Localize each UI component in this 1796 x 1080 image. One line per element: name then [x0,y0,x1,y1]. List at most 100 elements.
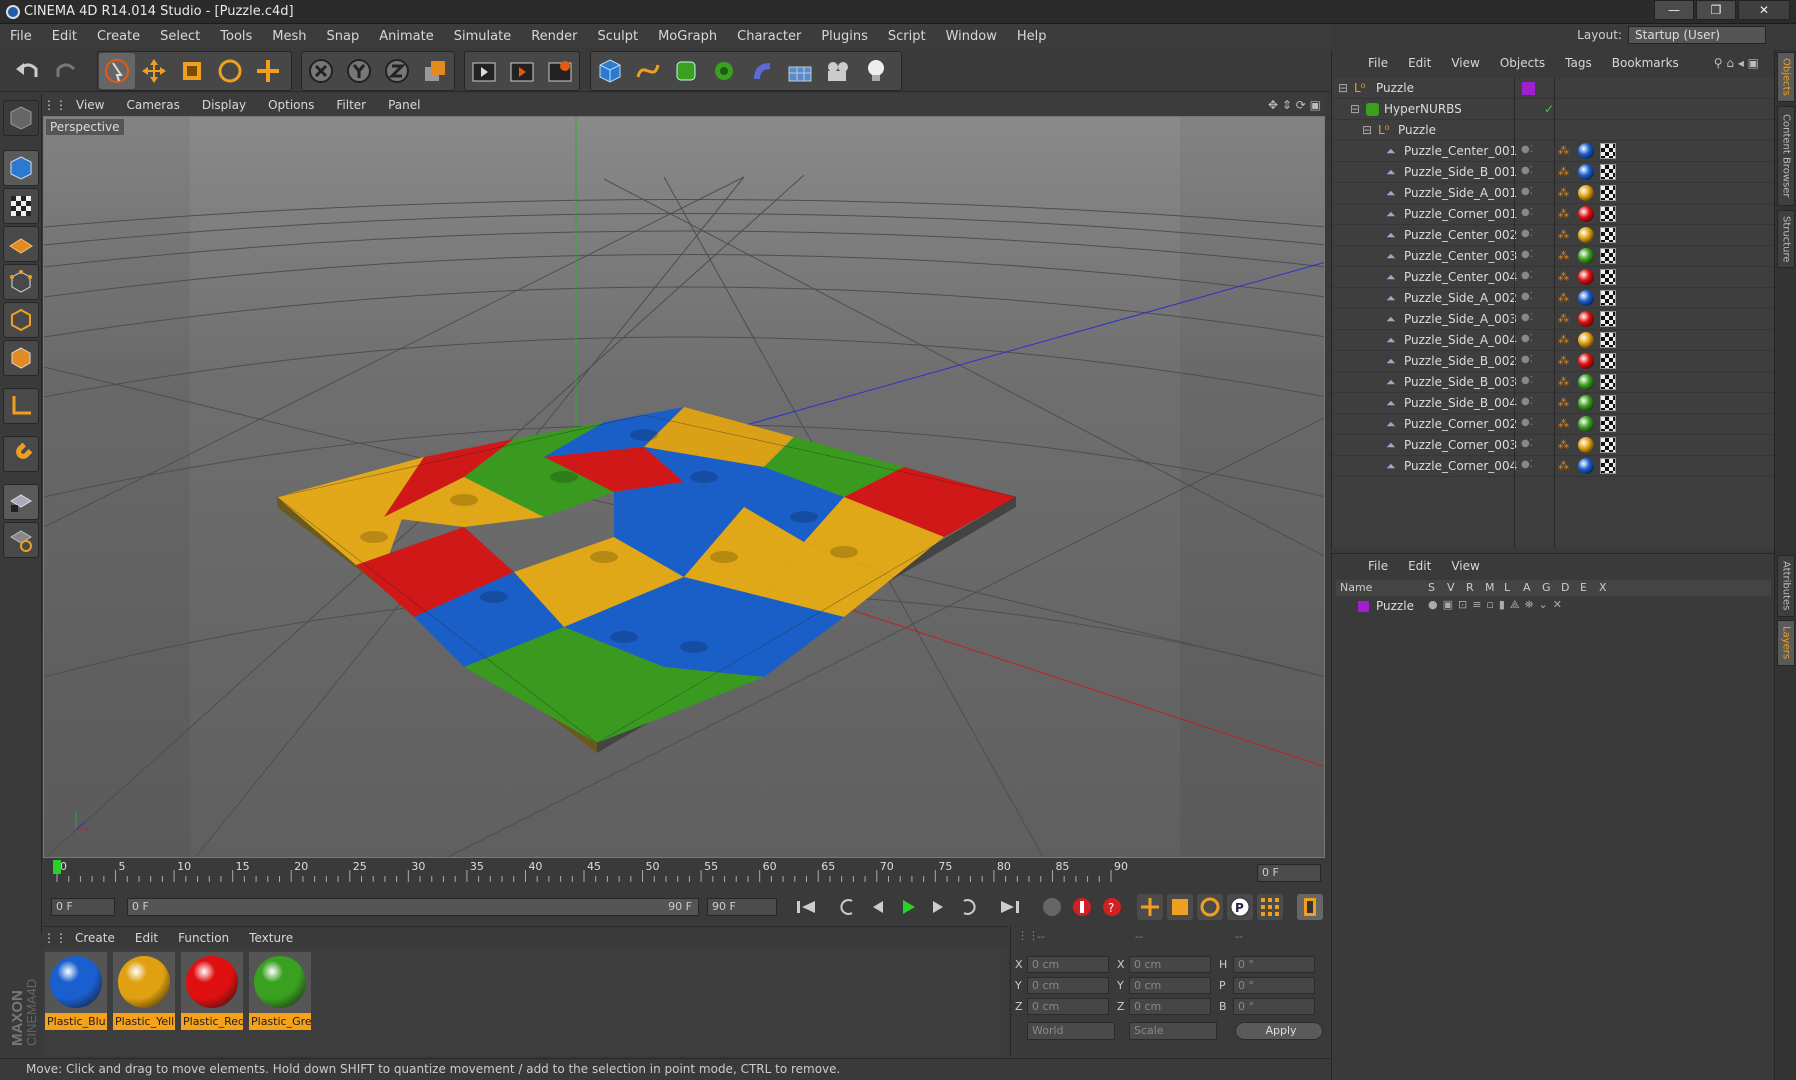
visibility-dots-icon[interactable]: ●⁚ [1521,165,1533,176]
polygons-mode-icon[interactable] [3,340,39,376]
phong-tag-icon[interactable]: ⁂ [1558,270,1569,283]
menu-animate[interactable]: Animate [369,29,443,44]
obj-menu-objects[interactable]: Objects [1490,56,1555,70]
layout-dropdown[interactable]: Startup (User) [1628,26,1766,44]
menu-window[interactable]: Window [936,29,1007,44]
phong-tag-icon[interactable]: ⁂ [1558,312,1569,325]
layer-menu-edit[interactable]: Edit [1398,559,1441,573]
pos-y-field[interactable]: 0 cm [1027,977,1109,994]
obj-search-icon[interactable]: ⚲ ⌂ ◂ ▣ [1704,56,1769,70]
tab-objects[interactable]: Objects [1777,52,1795,102]
material-tag-icon[interactable] [1578,311,1594,327]
array-icon[interactable] [706,53,742,89]
cube-object-icon[interactable] [592,53,628,89]
key-rotation-icon[interactable] [1197,894,1223,920]
scale-tool-icon[interactable] [174,53,210,89]
texture-tag-icon[interactable] [1600,353,1616,369]
visibility-dots-icon[interactable]: ●⁚ [1521,417,1533,428]
phong-tag-icon[interactable]: ⁂ [1558,396,1569,409]
maximize-button[interactable]: ❐ [1696,0,1736,20]
phong-tag-icon[interactable]: ⁂ [1558,144,1569,157]
material-plastic-green[interactable]: Plastic_Gre [249,952,311,1030]
texture-tag-icon[interactable] [1600,143,1616,159]
obj-menu-bookmarks[interactable]: Bookmarks [1602,56,1689,70]
visibility-dots-icon[interactable]: ●⁚ [1521,207,1533,218]
tab-content-browser[interactable]: Content Browser [1777,106,1795,206]
rotate-tool-icon[interactable] [212,53,248,89]
floor-icon[interactable] [782,53,818,89]
size-y-field[interactable]: 0 cm [1129,977,1211,994]
material-tag-icon[interactable] [1578,143,1594,159]
menu-render[interactable]: Render [521,29,587,44]
material-tag-icon[interactable] [1578,416,1594,432]
viewport-menu-display[interactable]: Display [191,98,257,112]
redo-icon[interactable] [48,53,84,89]
undo-icon[interactable] [10,53,46,89]
locked-workplane-icon[interactable] [3,522,39,558]
play-forward-icon[interactable] [895,894,921,920]
coordinate-mode-dropdown[interactable]: World [1027,1022,1115,1040]
phong-tag-icon[interactable]: ⁂ [1558,459,1569,472]
material-tag-icon[interactable] [1578,437,1594,453]
timeline-ruler[interactable]: 0 5 10 15 20 25 30 35 40 45 50 55 60 65 70 75 80 85 90 0 F [43,860,1325,886]
phong-tag-icon[interactable]: ⁂ [1558,438,1569,451]
material-tag-icon[interactable] [1578,332,1594,348]
current-frame-field[interactable]: 0 F [51,898,115,916]
deformer-icon[interactable] [744,53,780,89]
workplane-lock-icon[interactable] [3,484,39,520]
material-menu-edit[interactable]: Edit [125,931,168,945]
edges-mode-icon[interactable] [3,302,39,338]
close-button[interactable]: ✕ [1738,0,1790,20]
material-plastic-red[interactable]: Plastic_Red [181,952,243,1030]
apply-button[interactable]: Apply [1235,1022,1323,1040]
pos-x-field[interactable]: 0 cm [1027,956,1109,973]
menu-file[interactable]: File [0,29,42,44]
layer-toggle-icons[interactable]: ●▣⊡≡▫▮⟁⛯⌄✕ [1428,598,1567,612]
keyframe-selection-icon[interactable]: ? [1099,894,1125,920]
render-picture-viewer-icon[interactable] [504,53,540,89]
visibility-dots-icon[interactable]: ●⁚ [1521,459,1533,470]
texture-tag-icon[interactable] [1600,458,1616,474]
menu-simulate[interactable]: Simulate [444,29,521,44]
tab-attributes[interactable]: Attributes [1777,555,1795,617]
texture-tag-icon[interactable] [1600,248,1616,264]
layer-row-puzzle[interactable]: Puzzle ●▣⊡≡▫▮⟁⛯⌄✕ [1336,598,1771,616]
obj-menu-view[interactable]: View [1441,56,1489,70]
camera-icon[interactable] [820,53,856,89]
material-tag-icon[interactable] [1578,227,1594,243]
layer-menu-file[interactable]: File [1358,559,1398,573]
material-tag-icon[interactable] [1578,206,1594,222]
phong-tag-icon[interactable]: ⁂ [1558,186,1569,199]
material-plastic-blue[interactable]: Plastic_Blu [45,952,107,1030]
perspective-viewport[interactable]: Perspective [43,116,1325,858]
x-axis-icon[interactable] [303,53,339,89]
autokeying-icon[interactable] [1069,894,1095,920]
move-tool-icon[interactable] [136,53,172,89]
collapse-icon[interactable]: ⊟ [1362,123,1372,137]
timeline-window-icon[interactable] [1297,894,1323,920]
light-icon[interactable] [858,53,894,89]
material-plastic-yellow[interactable]: Plastic_Yell [113,952,175,1030]
viewport-menu-options[interactable]: Options [257,98,325,112]
phong-tag-icon[interactable]: ⁂ [1558,291,1569,304]
material-menu-texture[interactable]: Texture [239,931,303,945]
layer-menu-view[interactable]: View [1441,559,1489,573]
phong-tag-icon[interactable]: ⁂ [1558,207,1569,220]
axis-mode-icon[interactable] [3,388,39,424]
visibility-dots-icon[interactable]: ●⁚ [1521,312,1533,323]
material-tag-icon[interactable] [1578,290,1594,306]
key-parameter-icon[interactable]: P [1227,894,1253,920]
snap-magnet-icon[interactable] [3,436,39,472]
z-axis-icon[interactable] [379,53,415,89]
key-position-icon[interactable] [1137,894,1163,920]
visibility-dots-icon[interactable]: ●⁚ [1521,396,1533,407]
collapse-icon[interactable]: ⊟ [1350,102,1360,116]
material-tag-icon[interactable] [1578,353,1594,369]
live-selection-icon[interactable] [99,53,135,89]
make-editable-icon[interactable] [3,100,39,136]
material-tag-icon[interactable] [1578,458,1594,474]
obj-menu-edit[interactable]: Edit [1398,56,1441,70]
column-separator[interactable] [1554,78,1555,548]
texture-tag-icon[interactable] [1600,311,1616,327]
next-frame-icon[interactable] [925,894,951,920]
